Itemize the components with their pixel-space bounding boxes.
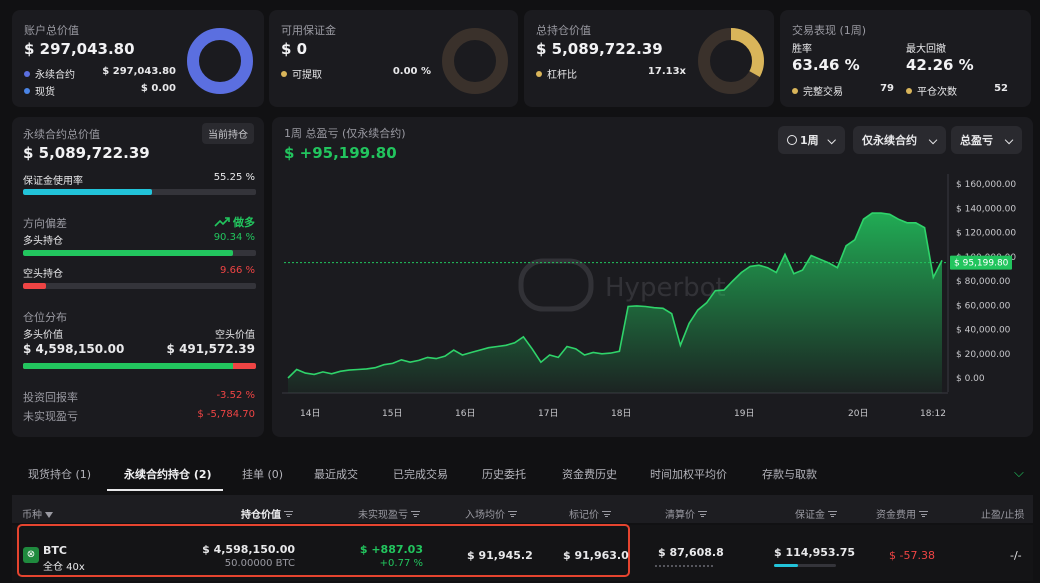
col-header-funding[interactable]: 资金费用: [876, 506, 928, 521]
tab-7[interactable]: 时间加权平均价: [650, 466, 727, 482]
col-header-mark[interactable]: 标记价: [569, 506, 611, 521]
x-tick-label: 15日: [382, 408, 402, 419]
y-tick-label: $ 120,000.00: [956, 229, 1016, 239]
tab-6[interactable]: 资金费历史: [562, 466, 617, 482]
x-tick-label: 18日: [611, 408, 631, 419]
col-header-value[interactable]: 持仓价值: [241, 506, 293, 521]
sort-icon: [411, 511, 420, 517]
sort-icon: [828, 511, 837, 517]
liq-dots: [655, 565, 713, 567]
collapse-chevron-icon[interactable]: ⌵: [1014, 466, 1024, 481]
watermark-text: Hyperbot: [605, 273, 726, 303]
x-tick-label: 17日: [538, 408, 558, 419]
tab-1[interactable]: 永续合约持仓 (2): [124, 466, 212, 482]
col-header-coin[interactable]: 币种: [22, 506, 54, 521]
entry-price: $ 91,945.2: [467, 549, 533, 562]
mark-price: $ 91,963.0: [563, 549, 629, 562]
sort-icon: [602, 511, 611, 517]
position-value: $ 4,598,150.00: [202, 543, 295, 556]
pnl-area: [288, 213, 942, 393]
margin-mode: 全仓 40x: [43, 562, 85, 573]
liquidation-price: $ 87,608.8: [658, 546, 724, 559]
tab-4[interactable]: 已完成交易: [393, 466, 448, 482]
upnl-amount: $ +887.03: [359, 543, 423, 556]
x-tick-label: 19日: [734, 408, 754, 419]
x-tick-label: 14日: [300, 408, 320, 419]
y-tick-label: $ 160,000.00: [956, 180, 1016, 190]
sort-icon: [698, 511, 707, 517]
col-header-liq[interactable]: 清算价: [665, 506, 707, 521]
col-header-margin[interactable]: 保证金: [795, 506, 837, 521]
y-tick-label: $ 140,000.00: [956, 204, 1016, 214]
tab-3[interactable]: 最近成交: [314, 466, 358, 482]
tab-active-underline: [107, 489, 223, 491]
btc-icon: ⊗: [23, 547, 39, 563]
y-tick-label: $ 0.00: [956, 374, 985, 384]
funding-fee: $ -57.38: [889, 549, 935, 562]
col-header-entry[interactable]: 入场均价: [465, 506, 517, 521]
tab-0[interactable]: 现货持仓 (1): [28, 466, 91, 482]
margin-amount: $ 114,953.75: [774, 546, 856, 559]
sort-icon: [508, 511, 517, 517]
margin-bar-fill: [774, 564, 798, 567]
coin-symbol[interactable]: BTC: [43, 544, 67, 557]
tab-5[interactable]: 历史委托: [482, 466, 526, 482]
x-tick-label: 20日: [848, 408, 868, 419]
y-tick-label: $ 40,000.00: [956, 326, 1011, 336]
x-tick-label: 18:12: [920, 409, 946, 419]
y-tick-label: $ 80,000.00: [956, 277, 1011, 287]
tab-8[interactable]: 存款与取款: [762, 466, 817, 482]
row-highlight-box: [17, 524, 630, 577]
position-size: 50.00000 BTC: [224, 558, 295, 569]
tab-2[interactable]: 挂单 (0): [242, 466, 283, 482]
filter-icon: [45, 512, 54, 518]
margin-bar: [774, 564, 836, 567]
sort-icon: [284, 511, 293, 517]
sort-icon: [919, 511, 928, 517]
y-tick-label: $ 60,000.00: [956, 301, 1011, 311]
y-tick-label: $ 20,000.00: [956, 350, 1011, 360]
tpsl-value[interactable]: -/-: [1010, 549, 1022, 562]
current-value-label: $ 95,199.80: [954, 259, 1009, 269]
x-tick-label: 16日: [455, 408, 475, 419]
hyperbot-watermark: Hyperbot: [518, 258, 726, 312]
upnl-percent: +0.77 %: [379, 558, 423, 569]
col-header-upnl[interactable]: 未实现盈亏: [358, 506, 420, 521]
col-header-tpsl[interactable]: 止盈/止损: [981, 506, 1024, 521]
